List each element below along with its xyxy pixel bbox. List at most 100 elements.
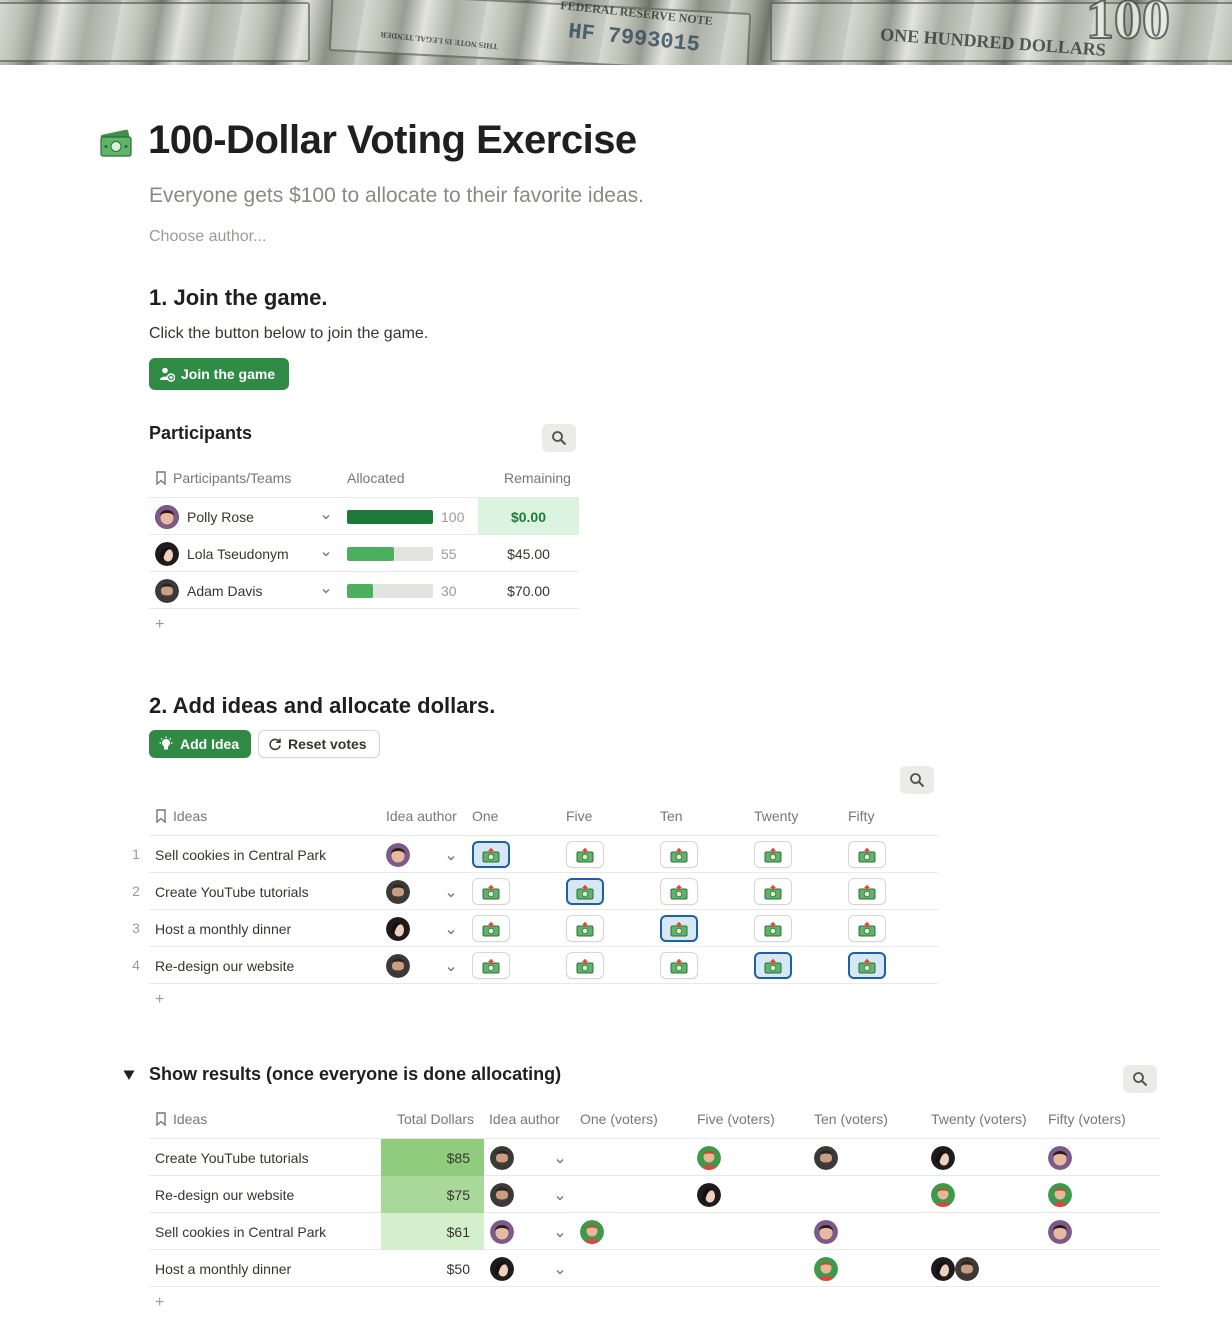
vote-five-button[interactable]	[566, 952, 604, 979]
participants-table: Participants/Teams Allocated Remaining P…	[149, 462, 579, 662]
table-row[interactable]: Re-design our website $75	[149, 1176, 1160, 1213]
table-row[interactable]: Polly Rose 100 $0.00	[149, 498, 579, 535]
table-row[interactable]: 2 Create YouTube tutorials	[132, 873, 938, 910]
author-picker[interactable]: Choose author...	[149, 228, 266, 246]
table-row[interactable]: 3 Host a monthly dinner	[132, 910, 938, 947]
participants-search-button[interactable]	[542, 424, 576, 452]
reset-votes-button[interactable]: Reset votes	[258, 730, 380, 758]
toggle-triangle-icon[interactable]	[122, 1068, 136, 1082]
remaining-value: $0.00	[478, 498, 579, 535]
column-header-idea-author[interactable]: Idea author	[489, 1111, 560, 1127]
column-header-five[interactable]: Five	[566, 808, 592, 824]
avatar	[490, 1219, 514, 1244]
column-header-twenty[interactable]: Twenty	[754, 808, 798, 824]
idea-name[interactable]: Re-design our website	[155, 1176, 294, 1213]
vote-five-button[interactable]	[566, 915, 604, 942]
participant-name: Lola Tseudonym	[187, 545, 289, 562]
table-row[interactable]: 1 Sell cookies in Central Park	[132, 836, 938, 873]
vote-twenty-button[interactable]	[754, 915, 792, 942]
vote-ten-button[interactable]	[660, 878, 698, 905]
add-idea-button[interactable]: Add Idea	[149, 730, 252, 758]
column-header-ideas[interactable]: Ideas	[155, 808, 207, 824]
chevron-down-icon[interactable]	[446, 887, 456, 898]
vote-ten-button[interactable]	[660, 915, 698, 942]
chevron-down-icon[interactable]	[446, 924, 456, 935]
vote-one-button[interactable]	[472, 952, 510, 979]
column-header-five-voters[interactable]: Five (voters)	[697, 1111, 775, 1127]
idea-name[interactable]: Host a monthly dinner	[155, 910, 291, 947]
search-icon	[1133, 1072, 1148, 1087]
idea-name[interactable]: Create YouTube tutorials	[155, 1139, 309, 1176]
idea-name[interactable]: Re-design our website	[155, 947, 294, 984]
vote-twenty-button[interactable]	[754, 841, 792, 868]
total-dollars: $50	[446, 1260, 470, 1277]
column-header-one-voters[interactable]: One (voters)	[580, 1111, 658, 1127]
idea-name[interactable]: Sell cookies in Central Park	[155, 1213, 326, 1250]
idea-name[interactable]: Host a monthly dinner	[155, 1250, 291, 1287]
vote-one-button[interactable]	[472, 915, 510, 942]
chevron-down-icon[interactable]	[321, 512, 331, 522]
voter-avatar	[931, 1256, 955, 1281]
vote-fifty-button[interactable]	[848, 878, 886, 905]
column-header-fifty[interactable]: Fifty	[848, 808, 874, 824]
results-search-button[interactable]	[1123, 1065, 1157, 1093]
column-header-remaining[interactable]: Remaining	[504, 470, 571, 486]
column-header-total-dollars[interactable]: Total Dollars	[397, 1111, 474, 1127]
table-row[interactable]: Lola Tseudonym 55 $45.00	[149, 535, 579, 572]
idea-name[interactable]: Create YouTube tutorials	[155, 873, 309, 910]
vote-twenty-button[interactable]	[754, 952, 792, 979]
vote-ten-button[interactable]	[660, 952, 698, 979]
column-header-idea-author[interactable]: Idea author	[386, 808, 457, 824]
total-dollars: $75	[381, 1176, 484, 1213]
allocated-value: 30	[441, 582, 457, 599]
page-title: 100-Dollar Voting Exercise	[148, 118, 637, 162]
voter-avatar	[697, 1145, 721, 1170]
column-header-one[interactable]: One	[472, 808, 498, 824]
chevron-down-icon[interactable]	[446, 961, 456, 972]
vote-five-button[interactable]	[566, 841, 604, 868]
idea-name[interactable]: Sell cookies in Central Park	[155, 836, 326, 873]
results-table: Ideas Total Dollars Idea author One (vot…	[149, 1103, 1160, 1323]
money-bill-icon	[670, 921, 688, 936]
chevron-down-icon[interactable]	[555, 1190, 565, 1201]
column-header-twenty-voters[interactable]: Twenty (voters)	[931, 1111, 1027, 1127]
add-participant-button[interactable]: +	[155, 616, 164, 634]
join-game-button[interactable]: Join the game	[149, 358, 290, 390]
allocated-progress-fill	[347, 509, 433, 524]
column-header-allocated[interactable]: Allocated	[347, 470, 405, 486]
table-row[interactable]: Sell cookies in Central Park $61	[149, 1213, 1160, 1250]
add-result-row-button[interactable]: +	[155, 1294, 164, 1312]
vote-ten-button[interactable]	[660, 841, 698, 868]
table-row[interactable]: Host a monthly dinner $50	[149, 1250, 1160, 1287]
vote-fifty-button[interactable]	[848, 841, 886, 868]
column-header-fifty-voters[interactable]: Fifty (voters)	[1048, 1111, 1126, 1127]
vote-one-button[interactable]	[472, 841, 510, 868]
voter-avatar	[1048, 1182, 1072, 1207]
chevron-down-icon[interactable]	[321, 586, 331, 596]
reset-votes-label: Reset votes	[288, 736, 367, 752]
add-idea-row-button[interactable]: +	[155, 991, 164, 1009]
table-row[interactable]: Adam Davis 30 $70.00	[149, 572, 579, 609]
bookmark-icon	[156, 471, 166, 485]
column-header-ideas[interactable]: Ideas	[155, 1111, 207, 1127]
vote-one-button[interactable]	[472, 878, 510, 905]
chevron-down-icon[interactable]	[321, 549, 331, 559]
results-toggle-heading[interactable]: Show results (once everyone is done allo…	[149, 1064, 561, 1085]
vote-fifty-button[interactable]	[848, 915, 886, 942]
table-row[interactable]: 4 Re-design our website	[132, 947, 938, 984]
participant-name: Adam Davis	[187, 582, 263, 599]
column-header-ten-voters[interactable]: Ten (voters)	[814, 1111, 888, 1127]
chevron-down-icon[interactable]	[446, 850, 456, 861]
table-row[interactable]: Create YouTube tutorials $85	[149, 1139, 1160, 1176]
voter-avatar	[814, 1145, 838, 1170]
vote-twenty-button[interactable]	[754, 878, 792, 905]
chevron-down-icon[interactable]	[555, 1227, 565, 1238]
column-header-participants[interactable]: Participants/Teams	[155, 470, 291, 486]
vote-five-button[interactable]	[566, 878, 604, 905]
ideas-search-button[interactable]	[900, 766, 934, 794]
chevron-down-icon[interactable]	[555, 1153, 565, 1164]
vote-fifty-button[interactable]	[848, 952, 886, 979]
column-header-ten[interactable]: Ten	[660, 808, 683, 824]
section-heading-ideas: 2. Add ideas and allocate dollars.	[149, 693, 496, 718]
chevron-down-icon[interactable]	[555, 1264, 565, 1275]
